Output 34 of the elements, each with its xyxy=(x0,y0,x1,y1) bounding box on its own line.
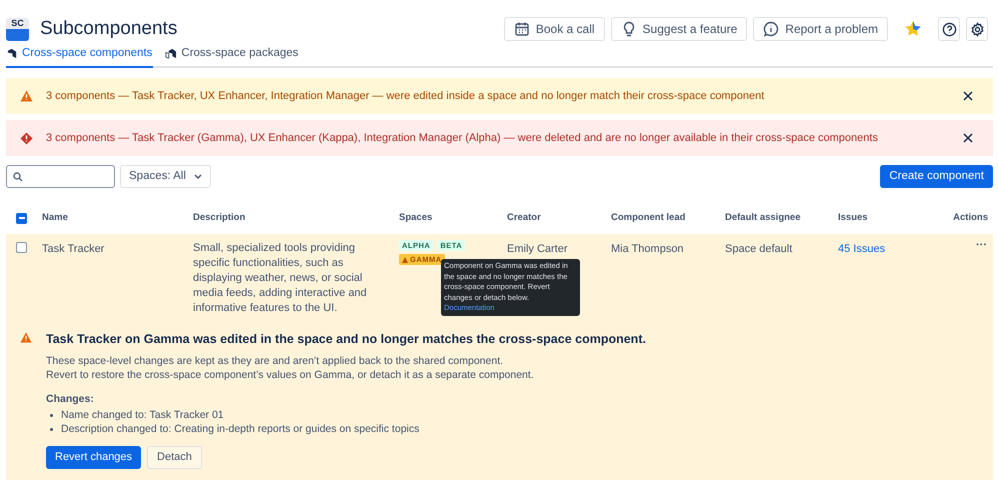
detail-title: Task Tracker on Gamma was edited in the space and no longer matches the cross-space component. xyxy=(46,331,646,348)
banner-text: 3 components — Task Tracker (Gamma), UX Enhancer (Kappa), Integration Manager (Alpha) — were deleted and are no longer available in their cross-space components xyxy=(46,130,878,146)
header-button[interactable]: Suggest a feature xyxy=(610,17,748,41)
detail-text: Revert to restore the cross-space component’s values on Gamma, or detach it as a separate component. xyxy=(46,368,535,382)
spaces-filter[interactable]: Spaces: All xyxy=(120,165,211,188)
header-button[interactable]: Book a call xyxy=(504,17,605,41)
table-cell-text: Small, specialized tools providing specific functionalities, such as displaying weather, news, or social media feeds, adding interactive and informative features to the UI. xyxy=(193,241,368,316)
issues-link[interactable]: 45 Issues xyxy=(838,240,886,258)
column-header: Default assignee xyxy=(725,210,802,225)
table-cell-text: Space default xyxy=(725,242,794,257)
detail-text: These space-level changes are kept as they are and aren’t applied back to the shared component. xyxy=(46,354,504,368)
column-header: Spaces xyxy=(399,210,434,225)
header-button[interactable]: Report a problem xyxy=(753,17,888,41)
changes-heading: Changes: xyxy=(46,392,95,407)
app-logo: SC xyxy=(6,18,29,40)
tab[interactable]: Cross-space packages xyxy=(164,44,300,68)
column-header: Creator xyxy=(507,210,542,225)
app-title: Subcomponents xyxy=(40,16,178,41)
table-cell-text: Mia Thompson xyxy=(611,242,685,257)
column-header: Description xyxy=(193,210,246,225)
create-component-button[interactable]: Create component xyxy=(880,165,993,188)
table-cell-text: Task Tracker xyxy=(42,242,106,257)
column-header: Name xyxy=(42,210,69,225)
revert-button[interactable]: Revert changes xyxy=(46,446,142,468)
column-header: Actions xyxy=(952,210,989,225)
detach-button[interactable]: Detach xyxy=(147,446,202,468)
more-actions-button[interactable]: ··· xyxy=(976,240,987,250)
table-cell-text: Emily Carter xyxy=(507,242,569,257)
banner-text: 3 components — Task Tracker, UX Enhancer, Integration Manager — were edited inside a space and no longer match their cross-space component xyxy=(46,88,764,104)
change-item: Description changed to: Creating in-depth reports or guides on specific topics xyxy=(61,422,420,436)
column-header: Component lead xyxy=(611,210,686,225)
column-header: Issues xyxy=(838,210,869,225)
tab[interactable]: Cross-space components xyxy=(6,44,154,68)
change-item: Name changed to: Task Tracker 01 xyxy=(61,408,224,422)
